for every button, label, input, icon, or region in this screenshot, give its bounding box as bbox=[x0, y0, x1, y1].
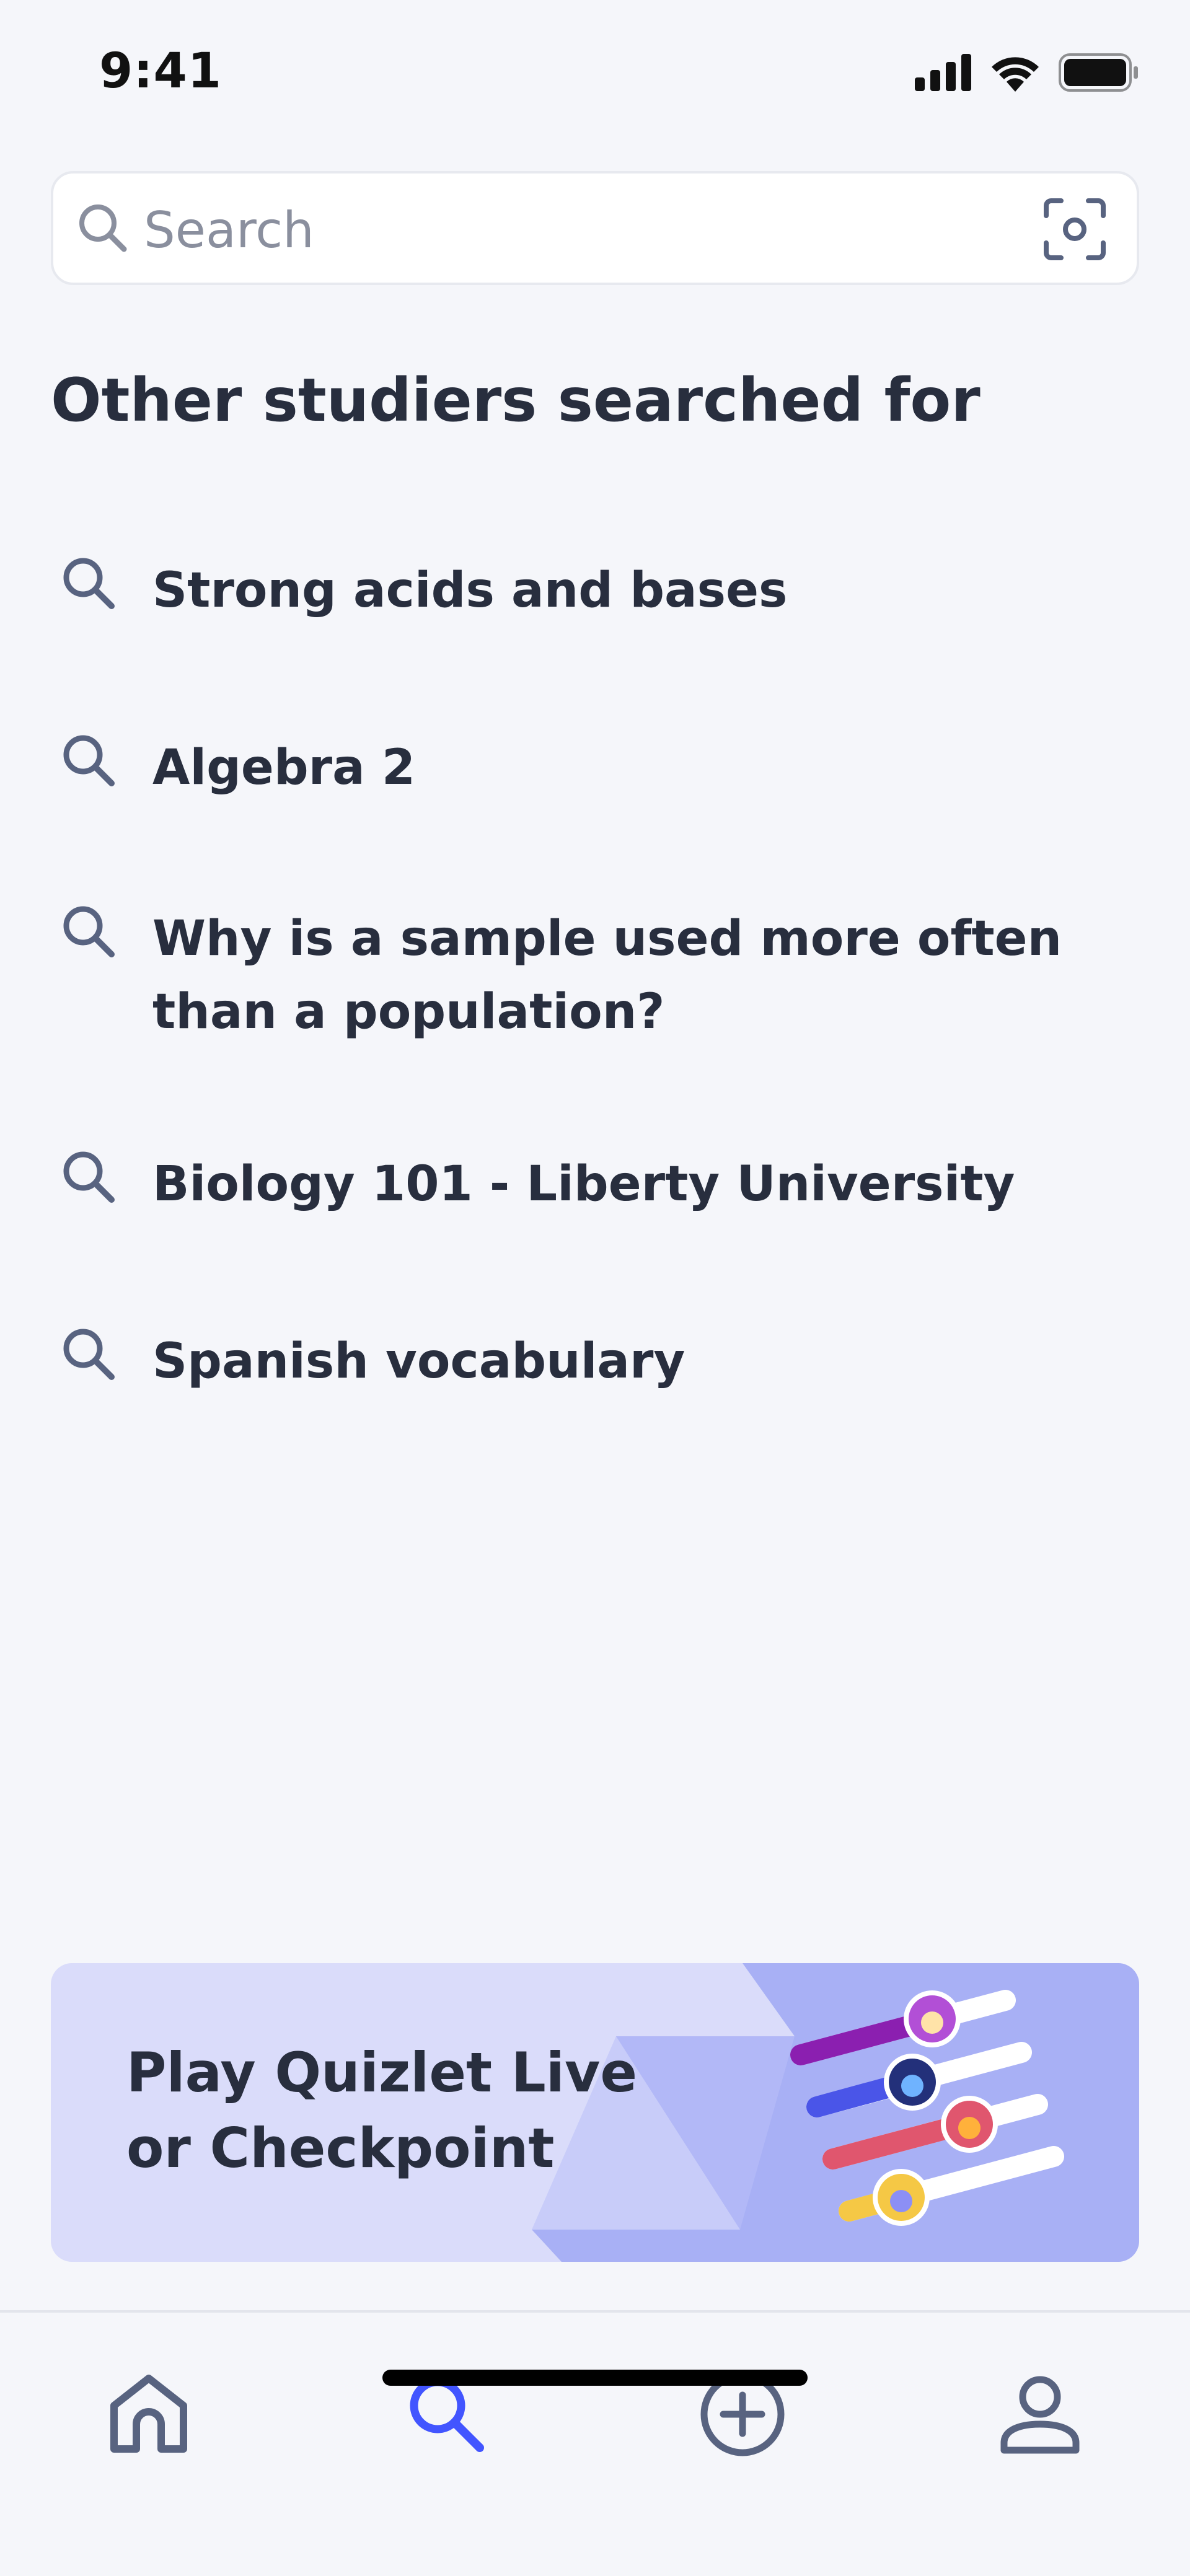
search-icon bbox=[79, 204, 127, 252]
promo-title: Play Quizlet Live or Checkpoint bbox=[126, 2035, 684, 2186]
status-bar: 9:41 bbox=[0, 0, 1190, 149]
bottom-nav bbox=[0, 2310, 1190, 2576]
search-icon bbox=[63, 906, 115, 957]
home-icon bbox=[110, 2375, 187, 2453]
suggestion-label: Why is a sample used more often than a p… bbox=[152, 911, 1062, 1040]
status-time: 9:41 bbox=[99, 43, 223, 99]
search-input[interactable] bbox=[143, 192, 1013, 268]
search-icon bbox=[63, 735, 115, 786]
search-screen: 9:41 Search Other studiers searched for … bbox=[0, 0, 1190, 2576]
promo-title-line-2: or Checkpoint bbox=[126, 2116, 555, 2180]
suggestion-label: Algebra 2 bbox=[152, 740, 416, 796]
search-icon bbox=[63, 1151, 115, 1203]
search-icon bbox=[63, 1329, 115, 1380]
nav-profile-button[interactable] bbox=[978, 2352, 1102, 2476]
nav-home-button[interactable] bbox=[87, 2352, 211, 2476]
battery-icon bbox=[1059, 53, 1138, 92]
suggestion-label: Biology 101 - Liberty University bbox=[152, 1156, 1015, 1212]
status-icons bbox=[915, 51, 1139, 94]
search-bar[interactable] bbox=[51, 171, 1139, 285]
search-icon bbox=[63, 558, 115, 609]
profile-icon bbox=[1000, 2376, 1080, 2454]
suggestion-label: Spanish vocabulary bbox=[152, 1334, 685, 1389]
cellular-signal-icon bbox=[915, 54, 971, 91]
suggestion-label: Strong acids and bases bbox=[152, 563, 788, 618]
section-heading: Other studiers searched for bbox=[51, 366, 981, 435]
promo-title-line-1: Play Quizlet Live bbox=[126, 2041, 638, 2104]
scan-icon[interactable] bbox=[1042, 197, 1107, 262]
home-indicator bbox=[382, 2370, 808, 2386]
wifi-icon bbox=[992, 57, 1039, 92]
quizlet-live-promo-card[interactable]: Play Quizlet Live or Checkpoint bbox=[51, 1963, 1139, 2262]
